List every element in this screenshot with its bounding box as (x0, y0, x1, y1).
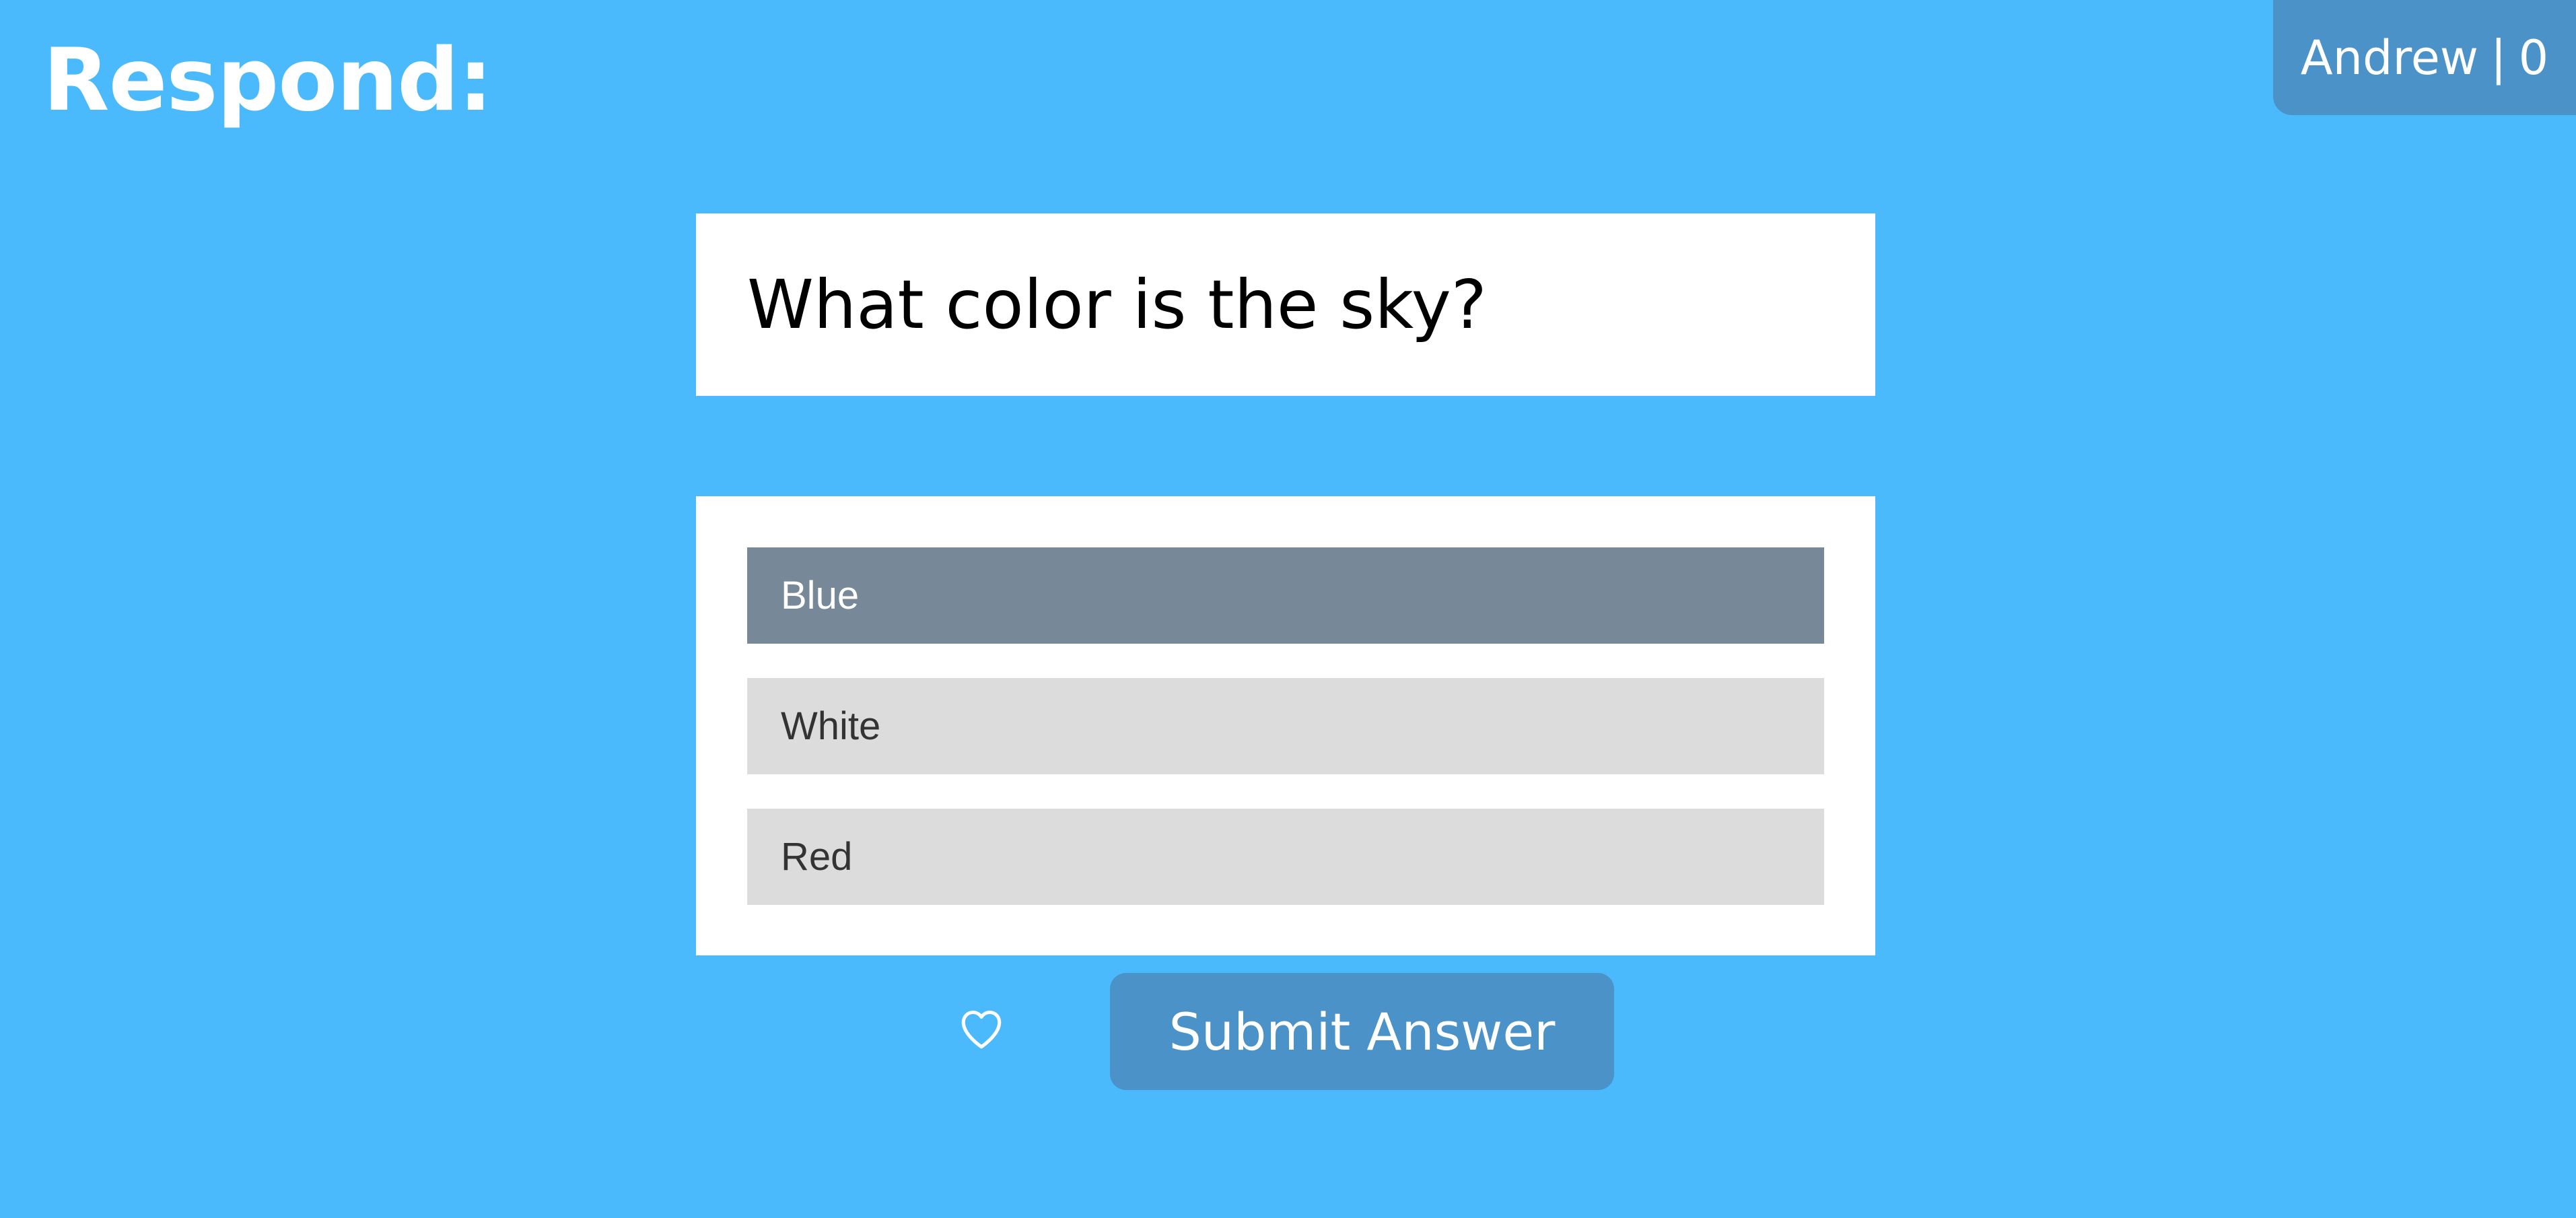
question-text: What color is the sky? (747, 265, 1487, 344)
user-name: Andrew (2300, 30, 2479, 86)
page-title: Respond: (43, 30, 493, 131)
answer-option-red[interactable]: Red (747, 809, 1824, 905)
answer-option-label: Red (781, 835, 853, 879)
user-score: 0 (2518, 30, 2549, 86)
answer-option-label: White (781, 704, 881, 748)
submit-answer-button[interactable]: Submit Answer (1110, 973, 1614, 1090)
answer-options: Blue White Red (696, 496, 1875, 955)
answer-option-blue[interactable]: Blue (747, 547, 1824, 644)
answer-option-white[interactable]: White (747, 678, 1824, 774)
answer-option-label: Blue (781, 574, 860, 617)
heart-outline-icon[interactable] (957, 1005, 1006, 1053)
user-score-badge: Andrew | 0 (2273, 0, 2576, 115)
badge-separator: | (2491, 30, 2507, 86)
question-card: What color is the sky? (696, 213, 1875, 396)
